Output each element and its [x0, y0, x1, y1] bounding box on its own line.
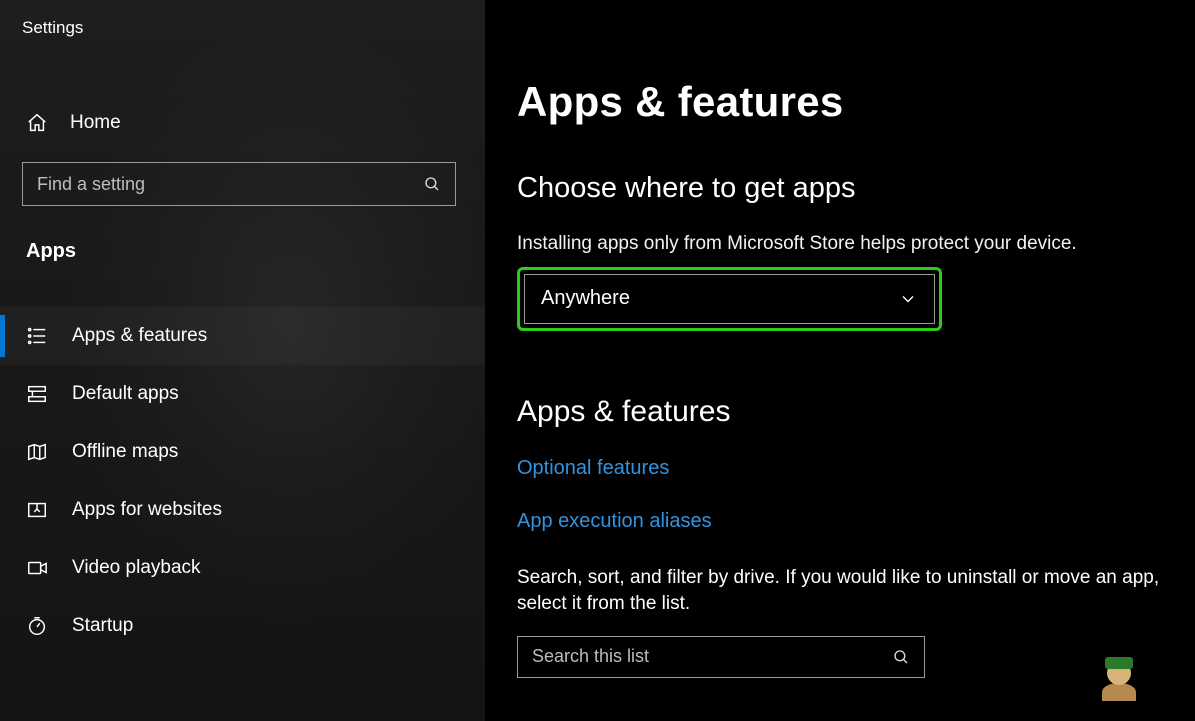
section-choose-help: Installing apps only from Microsoft Stor… [517, 231, 1177, 257]
map-icon [26, 441, 48, 463]
sidebar-nav: Apps & features Default apps Offline map… [0, 307, 485, 655]
sidebar-home-label: Home [70, 112, 121, 134]
app-list-search-placeholder: Search this list [532, 646, 892, 667]
sidebar-item-label: Apps & features [72, 325, 207, 347]
chevron-down-icon [898, 289, 918, 309]
window-title: Settings [0, 0, 485, 44]
optional-features-link[interactable]: Optional features [517, 457, 1195, 480]
main-content: Apps & features Choose where to get apps… [485, 0, 1195, 721]
avatar [1097, 657, 1141, 701]
sidebar-item-label: Default apps [72, 383, 179, 405]
startup-icon [26, 615, 48, 637]
section-choose-heading: Choose where to get apps [517, 172, 1195, 205]
sidebar: Settings Home Find a setting Apps Apps &… [0, 0, 485, 721]
page-title: Apps & features [517, 78, 1195, 126]
sidebar-section-label: Apps [0, 216, 485, 263]
highlight-box: Anywhere [517, 267, 942, 331]
home-icon [26, 112, 48, 134]
sidebar-item-label: Apps for websites [72, 499, 222, 521]
sidebar-item-label: Offline maps [72, 441, 178, 463]
search-icon [892, 648, 910, 666]
sidebar-item-video-playback[interactable]: Video playback [0, 539, 485, 597]
defaults-icon [26, 383, 48, 405]
features-help-text: Search, sort, and filter by drive. If yo… [517, 565, 1187, 618]
dropdown-value: Anywhere [541, 287, 630, 310]
app-execution-aliases-link[interactable]: App execution aliases [517, 510, 1195, 533]
sidebar-search-wrap: Find a setting [0, 148, 485, 216]
sidebar-item-label: Video playback [72, 557, 201, 579]
sidebar-search-input[interactable]: Find a setting [22, 162, 456, 206]
sidebar-item-label: Startup [72, 615, 133, 637]
sidebar-search-placeholder: Find a setting [37, 174, 423, 195]
sidebar-home[interactable]: Home [0, 98, 485, 148]
sidebar-item-startup[interactable]: Startup [0, 597, 485, 655]
sidebar-item-offline-maps[interactable]: Offline maps [0, 423, 485, 481]
app-source-dropdown[interactable]: Anywhere [524, 274, 935, 324]
sidebar-item-apps-features[interactable]: Apps & features [0, 307, 485, 365]
sidebar-item-apps-websites[interactable]: Apps for websites [0, 481, 485, 539]
section-features-heading: Apps & features [517, 395, 1195, 429]
list-icon [26, 325, 48, 347]
app-list-search-input[interactable]: Search this list [517, 636, 925, 678]
websites-icon [26, 499, 48, 521]
search-icon [423, 175, 441, 193]
sidebar-item-default-apps[interactable]: Default apps [0, 365, 485, 423]
video-icon [26, 557, 48, 579]
